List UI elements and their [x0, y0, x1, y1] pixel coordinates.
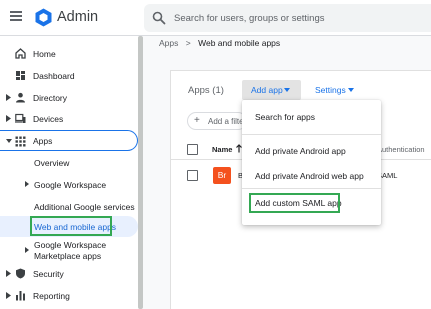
- chevron-right-icon[interactable]: [6, 270, 11, 277]
- column-header-name[interactable]: Name: [212, 145, 232, 154]
- bar-chart-icon: [16, 291, 25, 301]
- menu-item-label: Search for apps: [255, 112, 316, 122]
- add-app-button[interactable]: Add app: [242, 80, 301, 100]
- add-app-label: Add app: [251, 85, 283, 95]
- sidebar-item-label: Dashboard: [33, 71, 75, 81]
- sidebar-item-label: Reporting: [33, 291, 70, 301]
- shield-icon: [16, 268, 25, 279]
- admin-logo-icon[interactable]: [35, 8, 52, 27]
- search-input[interactable]: [174, 9, 424, 27]
- sidebar-item-apps[interactable]: Apps: [0, 130, 138, 151]
- chevron-right-icon[interactable]: [6, 94, 11, 101]
- column-header-authentication: Authentication: [377, 145, 425, 154]
- menu-item-label: Add private Android app: [255, 146, 346, 156]
- caret-down-icon: [284, 88, 290, 92]
- menu-divider: [242, 134, 381, 135]
- sidebar-subitem-additional-google-services[interactable]: Additional Google services: [0, 196, 138, 216]
- menu-divider: [242, 188, 381, 189]
- sidebar-item-label: Security: [33, 269, 64, 279]
- menu-item-add-private-android-web-app[interactable]: Add private Android web app: [242, 166, 381, 186]
- chevron-right-icon[interactable]: [25, 181, 29, 187]
- breadcrumb-current: Web and mobile apps: [198, 38, 281, 48]
- settings-label: Settings: [315, 85, 346, 95]
- home-icon: [15, 48, 26, 59]
- chevron-right-icon[interactable]: [6, 115, 11, 122]
- sidebar-item-home[interactable]: Home: [0, 43, 138, 64]
- sidebar-subitem-label: Google Workspace: [34, 240, 107, 250]
- search-icon: [152, 11, 166, 25]
- breadcrumb-root-link[interactable]: Apps: [159, 38, 178, 48]
- sidebar-item-label: Directory: [33, 93, 68, 103]
- sidebar-item-label: Devices: [33, 114, 64, 124]
- sidebar-item-directory[interactable]: Directory: [0, 87, 138, 108]
- chevron-down-icon[interactable]: [6, 139, 12, 143]
- menu-icon[interactable]: [10, 11, 22, 21]
- app-title: Admin: [57, 9, 99, 25]
- sidebar-subitem-label: Google Workspace: [34, 180, 107, 190]
- apps-count-title: Apps (1): [188, 85, 224, 96]
- sidebar-subitem-label: Overview: [34, 158, 70, 168]
- sidebar-item-devices[interactable]: Devices: [0, 108, 138, 129]
- highlight-box: [249, 193, 340, 213]
- breadcrumb-separator: >: [185, 38, 191, 48]
- menu-item-label: Add private Android web app: [255, 171, 364, 181]
- sidebar-subitem-google-workspace[interactable]: Google Workspace: [0, 174, 138, 194]
- caret-down-icon: [348, 88, 354, 92]
- sidebar-item-dashboard[interactable]: Dashboard: [0, 65, 138, 86]
- settings-button[interactable]: Settings: [309, 80, 361, 100]
- sidebar-subitem-overview[interactable]: Overview: [0, 152, 138, 172]
- chevron-right-icon[interactable]: [25, 247, 29, 253]
- sidebar-subitem-label: Additional Google services: [34, 202, 135, 212]
- add-filter-chip[interactable]: + Add a filter: [187, 112, 247, 130]
- add-filter-label: Add a filter: [208, 117, 247, 126]
- person-icon: [16, 92, 25, 103]
- sidebar-item-reporting[interactable]: Reporting: [0, 285, 138, 306]
- plus-icon: +: [194, 115, 200, 126]
- sidebar-subitem-marketplace-apps[interactable]: Google Workspace Marketplace apps: [0, 238, 138, 264]
- menu-item-search-for-apps[interactable]: Search for apps: [242, 107, 381, 127]
- sidebar-item-security[interactable]: Security: [0, 263, 138, 284]
- menu-item-add-private-android-app[interactable]: Add private Android app: [242, 141, 381, 161]
- sidebar-item-label: Apps: [33, 136, 53, 146]
- dashboard-icon: [16, 71, 25, 80]
- search-bar[interactable]: [144, 4, 431, 32]
- devices-icon: [15, 113, 26, 123]
- row-checkbox[interactable]: [187, 170, 198, 181]
- top-bar: Admin: [0, 0, 431, 36]
- sidebar-item-label: Home: [33, 49, 56, 59]
- breadcrumb: Apps > Web and mobile apps: [159, 38, 280, 48]
- sidebar-subitem-label: Marketplace apps: [34, 251, 102, 261]
- chevron-right-icon[interactable]: [6, 292, 11, 299]
- select-all-checkbox[interactable]: [187, 144, 198, 155]
- apps-grid-icon: [15, 136, 26, 147]
- highlight-box: [30, 216, 112, 236]
- app-avatar: Br: [213, 167, 231, 184]
